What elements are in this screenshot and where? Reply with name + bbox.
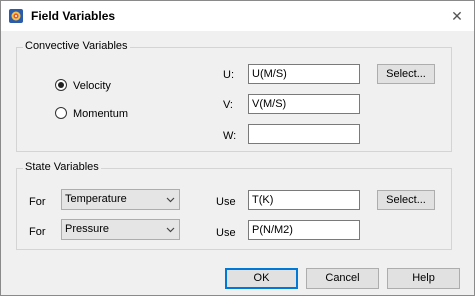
convective-select-button[interactable]: Select... <box>377 64 435 84</box>
velocity-radio[interactable] <box>55 79 67 91</box>
v-field[interactable]: V(M/S) <box>248 94 360 114</box>
cancel-button[interactable]: Cancel <box>306 268 379 289</box>
state-variables-label: State Variables <box>23 161 101 173</box>
state-variable-select-1-value: Temperature <box>65 193 127 205</box>
help-button[interactable]: Help <box>387 268 460 289</box>
close-button[interactable]: ✕ <box>443 5 471 27</box>
w-field[interactable] <box>248 124 360 144</box>
use-label: Use <box>216 227 236 239</box>
state-variable-select-2-value: Pressure <box>65 223 110 235</box>
w-field-label: W: <box>223 130 237 142</box>
pressure-value-field[interactable]: P(N/M2) <box>248 220 360 240</box>
u-field[interactable]: U(M/S) <box>248 64 360 84</box>
state-select-button[interactable]: Select... <box>377 190 435 210</box>
for-label: For <box>29 226 46 238</box>
temperature-value-field[interactable]: T(K) <box>248 190 360 210</box>
use-label: Use <box>216 196 236 208</box>
ok-button[interactable]: OK <box>225 268 298 289</box>
chevron-down-icon <box>166 197 175 203</box>
momentum-radio[interactable] <box>55 107 67 119</box>
velocity-radio-dot <box>58 82 64 88</box>
state-variable-select-1[interactable]: Temperature <box>61 189 180 210</box>
field-variables-dialog: Field Variables ✕ Convective Variables V… <box>0 0 475 296</box>
state-variable-select-2[interactable]: Pressure <box>61 219 180 240</box>
velocity-radio-label[interactable]: Velocity <box>73 80 111 92</box>
close-icon: ✕ <box>451 8 463 24</box>
u-field-label: U: <box>223 69 234 81</box>
window-title: Field Variables <box>31 9 116 23</box>
convective-variables-label: Convective Variables <box>23 40 130 52</box>
momentum-radio-label[interactable]: Momentum <box>73 108 128 120</box>
app-icon <box>9 9 23 23</box>
v-field-label: V: <box>223 99 233 111</box>
title-bar: Field Variables ✕ <box>1 1 474 31</box>
for-label: For <box>29 196 46 208</box>
chevron-down-icon <box>166 227 175 233</box>
